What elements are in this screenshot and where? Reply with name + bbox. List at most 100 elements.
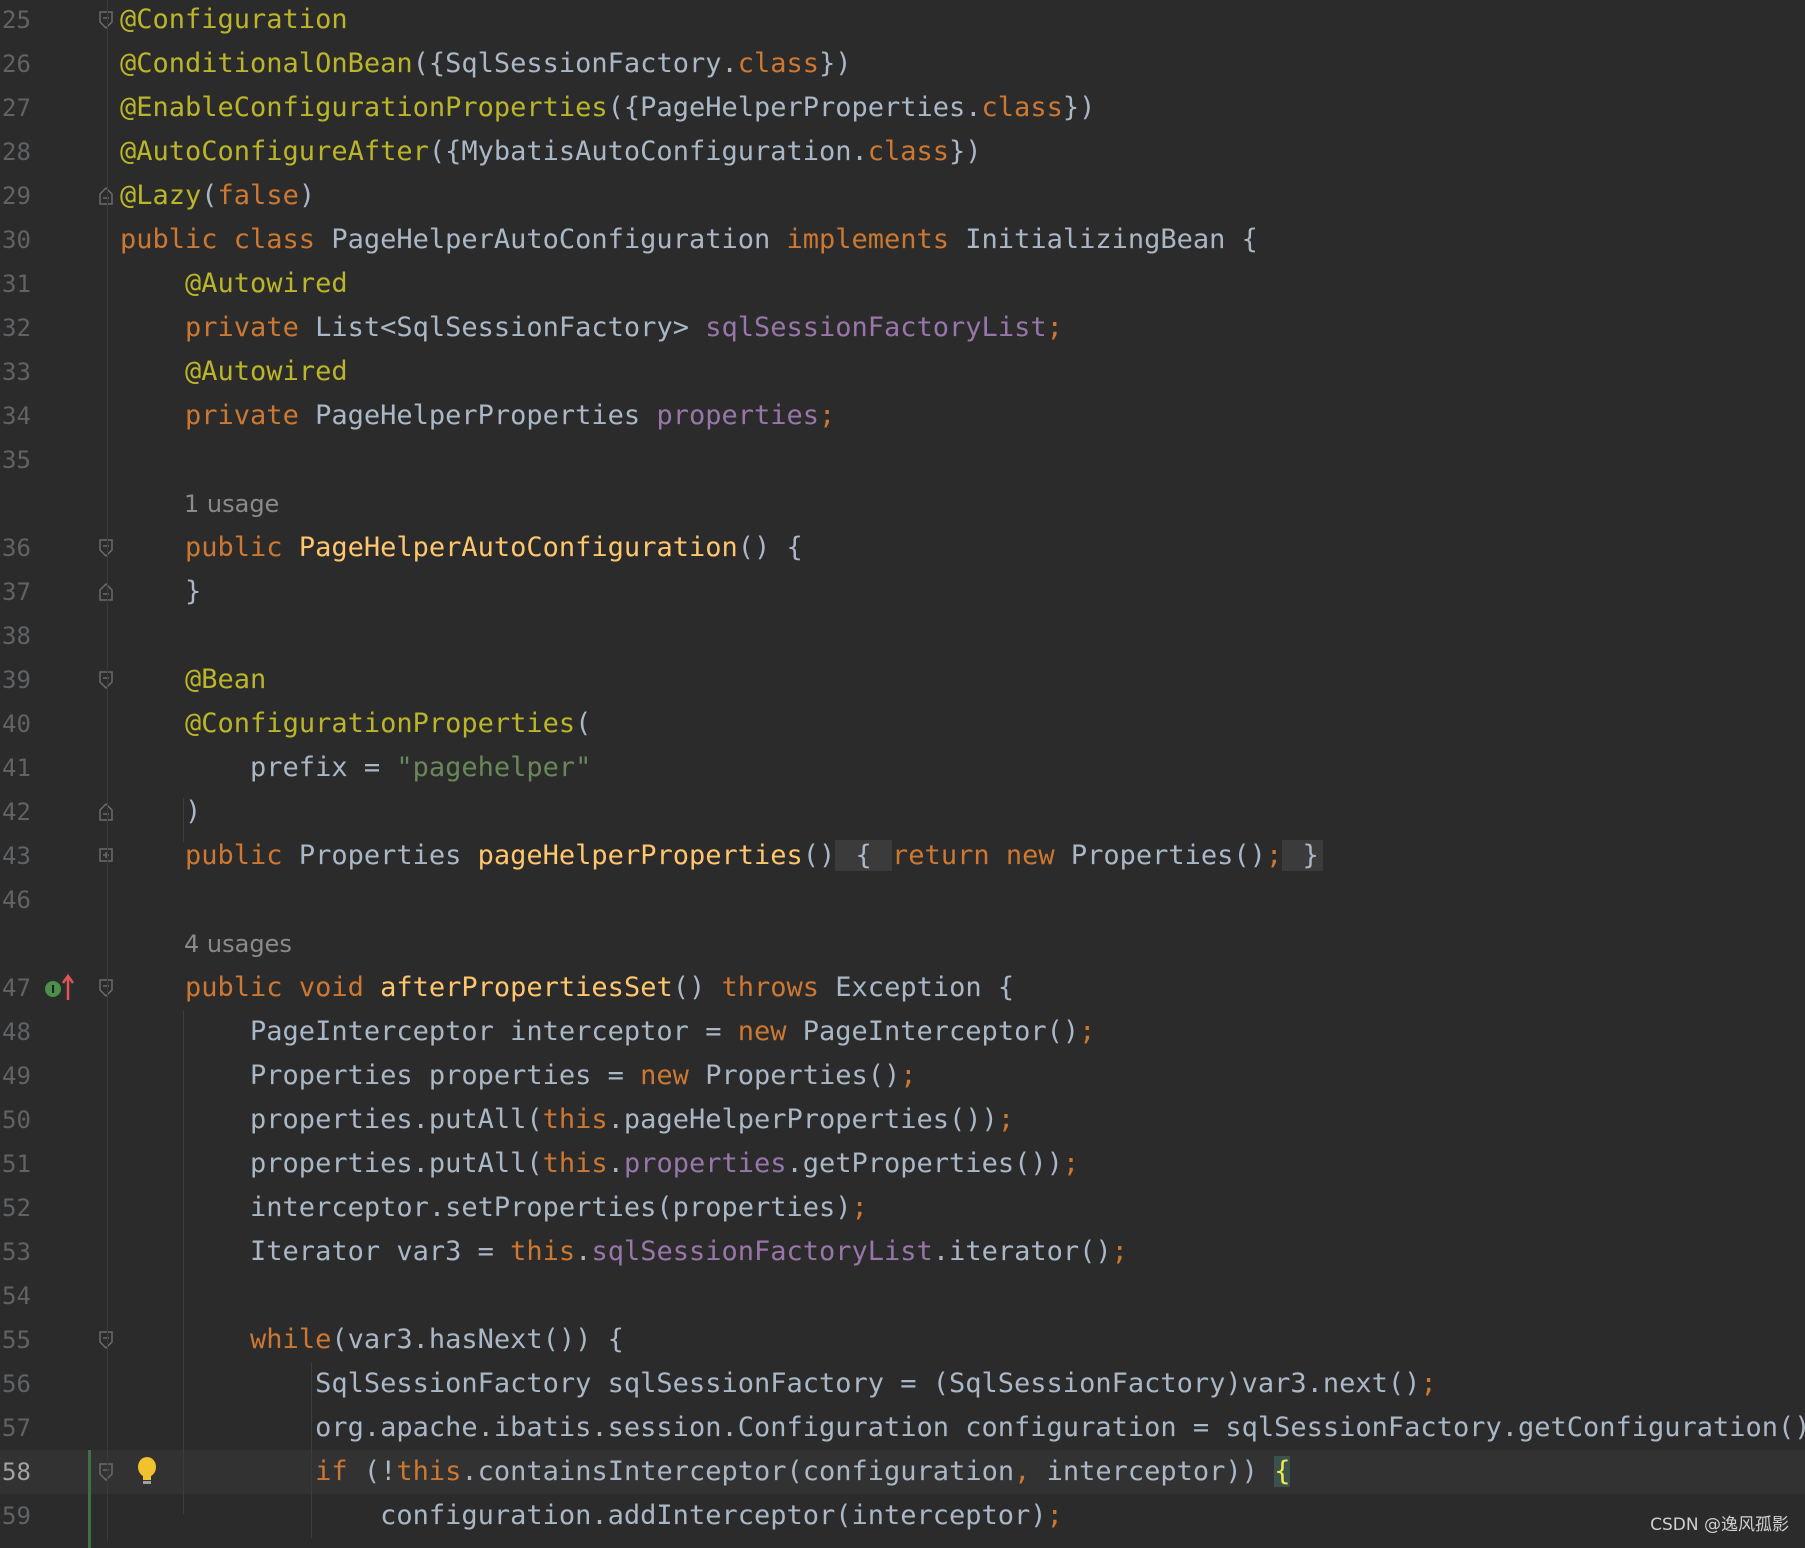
code-line[interactable]: 32 private List<SqlSessionFactory> sqlSe…	[0, 306, 1805, 350]
code-line[interactable]: 41 prefix = "pagehelper"	[0, 746, 1805, 790]
line-number: 26	[2, 50, 31, 78]
code-token: new	[640, 1060, 706, 1091]
code-token: private	[185, 400, 316, 431]
code-line[interactable]: 37 }	[0, 570, 1805, 614]
usage-hint[interactable]: 1 usage	[184, 482, 279, 526]
fold-open-icon[interactable]	[98, 539, 114, 557]
code-line[interactable]: 52 interceptor.setProperties(properties)…	[0, 1186, 1805, 1230]
code-line[interactable]: 33 @Autowired	[0, 350, 1805, 394]
fold-expand-icon[interactable]	[98, 847, 114, 865]
code-line[interactable]: 26 @ConditionalOnBean({SqlSessionFactory.…	[0, 42, 1805, 86]
code-line[interactable]: 27 @EnableConfigurationProperties({PageHe…	[0, 86, 1805, 130]
code-text: @Bean	[120, 658, 266, 702]
code-token: {	[835, 840, 893, 871]
code-token: false	[217, 180, 299, 211]
gutter-divider	[107, 0, 108, 1541]
code-editor[interactable]: 25 @Configuration 26 @ConditionalOnBean({Sq…	[0, 0, 1805, 1548]
code-text: properties.putAll(this.properties.getPro…	[120, 1142, 1079, 1186]
code-line[interactable]: 59 configuration.addInterceptor(intercep…	[0, 1494, 1805, 1538]
code-token: public	[185, 840, 299, 871]
code-text: public Properties pageHelperProperties()…	[120, 834, 1323, 878]
code-token: public	[185, 532, 299, 563]
code-line[interactable]: 29 @Lazy(false)	[0, 174, 1805, 218]
code-token: }	[1282, 840, 1323, 871]
line-number: 55	[2, 1326, 31, 1354]
code-line[interactable]: 49 Properties properties = new Propertie…	[0, 1054, 1805, 1098]
code-token: ({MybatisAutoConfiguration.	[428, 136, 868, 167]
code-text: public class PageHelperAutoConfiguration…	[120, 218, 1258, 262]
code-text: public void afterPropertiesSet() throws …	[120, 966, 1014, 1010]
code-token: configuration.addInterceptor(interceptor…	[120, 1500, 1047, 1531]
code-token: SqlSessionFactory sqlSessionFactory = (S…	[120, 1368, 1421, 1399]
code-line[interactable]: 43 public Properties pageHelperPropertie…	[0, 834, 1805, 878]
code-token: if	[315, 1456, 364, 1487]
code-line[interactable]: 51 properties.putAll(this.properties.get…	[0, 1142, 1805, 1186]
code-line[interactable]: 25 @Configuration	[0, 0, 1805, 42]
code-line[interactable]: 58 if (!this.containsInterceptor(configu…	[0, 1450, 1805, 1494]
fold-open-icon[interactable]	[98, 11, 114, 29]
fold-open-icon[interactable]	[98, 979, 114, 997]
code-text: SqlSessionFactory sqlSessionFactory = (S…	[120, 1362, 1437, 1406]
fold-close-icon[interactable]	[98, 803, 114, 821]
code-token: properties	[623, 1148, 787, 1179]
line-number: 33	[2, 358, 31, 386]
fold-open-icon[interactable]	[98, 671, 114, 689]
code-token: ({SqlSessionFactory.	[412, 48, 738, 79]
code-line[interactable]: 39 @Bean	[0, 658, 1805, 702]
code-text: properties.putAll(this.pageHelperPropert…	[120, 1098, 1014, 1142]
code-line[interactable]: 38	[0, 614, 1805, 658]
code-line[interactable]: 47 public void afterPropertiesSet() thro…	[0, 966, 1805, 1010]
code-line[interactable]: 31 @Autowired	[0, 262, 1805, 306]
code-token: }	[120, 576, 202, 607]
code-line[interactable]: 57 org.apache.ibatis.session.Configurati…	[0, 1406, 1805, 1450]
line-number: 37	[2, 578, 31, 606]
code-line[interactable]: 30 public class PageHelperAutoConfigurati…	[0, 218, 1805, 262]
fold-open-icon[interactable]	[98, 1331, 114, 1349]
code-text: public PageHelperAutoConfiguration() {	[120, 526, 803, 570]
code-line[interactable]: 28 @AutoConfigureAfter({MybatisAutoConfig…	[0, 130, 1805, 174]
code-token: org.apache.ibatis.session.Configuration …	[120, 1412, 1805, 1443]
line-number: 27	[2, 94, 31, 122]
fold-close-icon[interactable]	[98, 187, 114, 205]
code-line[interactable]: 46	[0, 878, 1805, 922]
code-token: "pagehelper"	[396, 752, 592, 783]
code-text: @Lazy(false)	[120, 174, 315, 218]
code-token: interceptor))	[1046, 1456, 1275, 1487]
code-line[interactable]: 54	[0, 1274, 1805, 1318]
code-token: new	[737, 1016, 803, 1047]
indent-guide	[183, 1010, 184, 1514]
code-line[interactable]: 40 @ConfigurationProperties(	[0, 702, 1805, 746]
code-token: @AutoConfigureAfter	[120, 136, 429, 167]
code-line[interactable]: 56 SqlSessionFactory sqlSessionFactory =…	[0, 1362, 1805, 1406]
code-token: List<SqlSessionFactory>	[315, 312, 706, 343]
code-token: Properties	[298, 840, 478, 871]
fold-close-icon[interactable]	[98, 583, 114, 601]
code-line[interactable]: 55 while(var3.hasNext()) {	[0, 1318, 1805, 1362]
intention-bulb-icon[interactable]	[136, 1456, 158, 1495]
code-token: implements	[786, 224, 966, 255]
line-number: 42	[2, 798, 31, 826]
code-line[interactable]: 48 PageInterceptor interceptor = new Pag…	[0, 1010, 1805, 1054]
code-line[interactable]: 53 Iterator var3 = this.sqlSessionFactor…	[0, 1230, 1805, 1274]
code-text: @AutoConfigureAfter({MybatisAutoConfigur…	[120, 130, 982, 174]
code-text: if (!this.containsInterceptor(configurat…	[120, 1450, 1291, 1494]
code-text: org.apache.ibatis.session.Configuration …	[120, 1406, 1805, 1450]
code-token: @ConfigurationProperties	[185, 708, 576, 739]
code-line[interactable]: 42 )	[0, 790, 1805, 834]
fold-open-icon[interactable]	[98, 1463, 114, 1481]
code-text: @Autowired	[120, 350, 348, 394]
code-line[interactable]: 50 properties.putAll(this.pageHelperProp…	[0, 1098, 1805, 1142]
code-line[interactable]: 36 public PageHelperAutoConfiguration() …	[0, 526, 1805, 570]
vcs-change-marker[interactable]	[88, 1450, 91, 1548]
code-token: this	[542, 1104, 608, 1135]
indent-guide	[311, 1362, 312, 1538]
code-token: @ConditionalOnBean	[120, 48, 413, 79]
code-line[interactable]: 34 private PageHelperProperties properti…	[0, 394, 1805, 438]
code-line[interactable]: 35	[0, 438, 1805, 482]
usage-hint[interactable]: 4 usages	[184, 922, 292, 966]
code-token: PageHelperAutoConfiguration	[298, 532, 738, 563]
line-number: 34	[2, 402, 31, 430]
implements-override-icon[interactable]: I	[44, 973, 76, 1011]
